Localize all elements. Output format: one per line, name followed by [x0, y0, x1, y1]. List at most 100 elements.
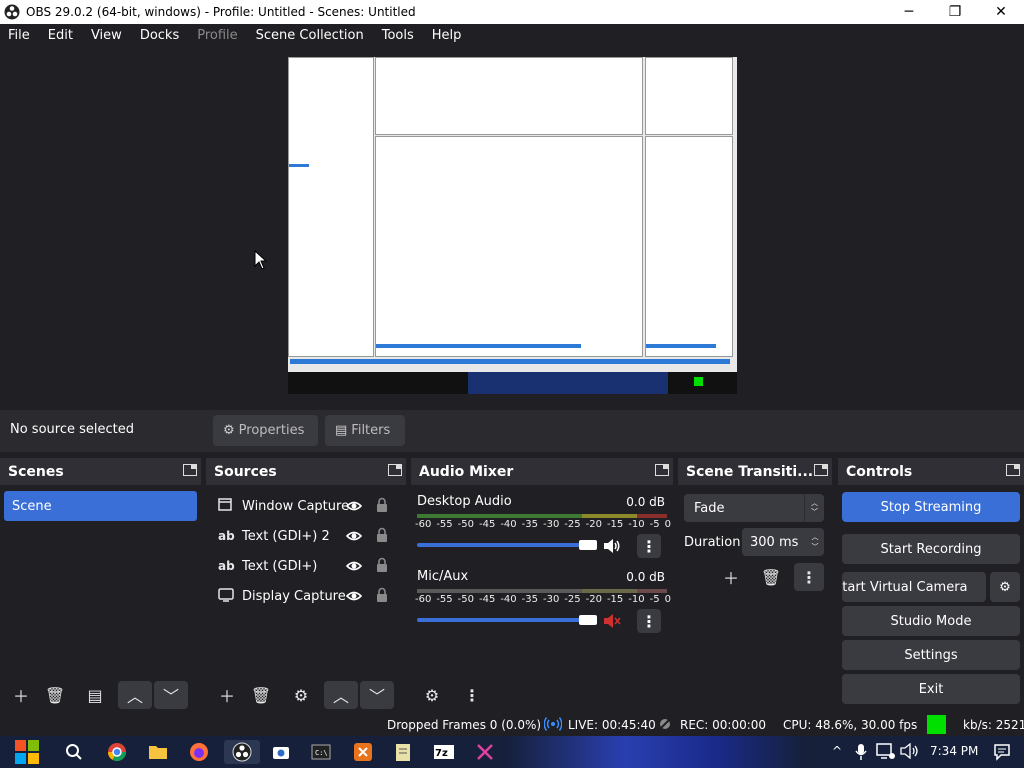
- speaker-icon[interactable]: [603, 538, 621, 554]
- eye-icon[interactable]: [346, 498, 362, 514]
- volume-icon[interactable]: [900, 742, 920, 762]
- volume-meter: [417, 589, 667, 593]
- undock-icon[interactable]: [1006, 464, 1020, 476]
- filters-button[interactable]: ▤ Filters: [325, 415, 405, 446]
- add-transition-button[interactable]: ＋: [714, 563, 748, 591]
- undock-icon[interactable]: [183, 464, 197, 476]
- chevron-updown-icon[interactable]: ︿ ﹀: [806, 528, 824, 556]
- scale-tick: -60: [415, 519, 432, 530]
- notifications-icon[interactable]: [993, 743, 1011, 764]
- preview-area[interactable]: [0, 46, 1024, 408]
- start-virtual-camera-button[interactable]: Start Virtual Camera: [842, 572, 986, 602]
- menu-file[interactable]: File: [8, 28, 30, 43]
- menu-view[interactable]: View: [91, 28, 122, 43]
- speaker-muted-icon[interactable]: [603, 613, 621, 629]
- undock-icon[interactable]: [814, 464, 828, 476]
- settings-button[interactable]: Settings: [842, 640, 1020, 670]
- move-source-down-button[interactable]: ﹀: [360, 681, 394, 709]
- scale-tick: -60: [415, 594, 432, 605]
- lock-icon[interactable]: [376, 497, 388, 513]
- scene-filters-button[interactable]: ▤: [78, 681, 112, 709]
- add-source-button[interactable]: ＋: [210, 681, 244, 709]
- move-scene-up-button[interactable]: ︿: [118, 681, 152, 709]
- live-time: LIVE: 00:45:40: [568, 718, 656, 732]
- volume-slider-thumb[interactable]: [579, 615, 597, 625]
- obs-logo-icon: [4, 4, 20, 20]
- lock-icon[interactable]: [376, 557, 388, 573]
- close-button[interactable]: ✕: [978, 0, 1024, 24]
- menu-profile[interactable]: Profile: [197, 28, 237, 43]
- scale-tick: -25: [564, 594, 581, 605]
- volume-slider[interactable]: [417, 618, 589, 622]
- advanced-audio-button[interactable]: ⚙: [415, 681, 449, 709]
- undock-icon[interactable]: [388, 464, 402, 476]
- text-icon: ab: [218, 529, 235, 543]
- virtual-camera-settings-button[interactable]: ⚙: [990, 572, 1020, 602]
- duration-spinbox[interactable]: 300 ms ︿ ﹀: [742, 528, 824, 556]
- exit-label: Exit: [918, 681, 944, 697]
- scale-tick: -25: [564, 519, 581, 530]
- studio-mode-button[interactable]: Studio Mode: [842, 606, 1020, 636]
- preview-progress-bar-2: [646, 344, 716, 348]
- scene-transitions-dock: Scene Transiti... Fade ︿ ﹀ Duration 300 m…: [678, 458, 832, 712]
- menu-tools[interactable]: Tools: [382, 28, 414, 43]
- move-scene-down-button[interactable]: ﹀: [154, 681, 188, 709]
- audio-mixer-body: Desktop Audio 0.0 dB -60 -55 -50 -45 -40 -35-…: [411, 485, 673, 712]
- camera-app-taskbar-icon[interactable]: [269, 740, 293, 764]
- remove-source-button[interactable]: 🗑: [244, 681, 278, 709]
- volume-slider-thumb[interactable]: [579, 540, 597, 550]
- obs-taskbar-icon[interactable]: [224, 740, 260, 764]
- channel-menu-button[interactable]: ⋮: [637, 534, 661, 558]
- eye-icon[interactable]: [346, 528, 362, 544]
- menu-help[interactable]: Help: [432, 28, 462, 43]
- menu-docks[interactable]: Docks: [140, 28, 179, 43]
- tray-overflow-button[interactable]: ^: [832, 744, 842, 758]
- add-scene-button[interactable]: ＋: [4, 681, 38, 709]
- source-properties-button[interactable]: ⚙: [284, 681, 318, 709]
- properties-button[interactable]: ⚙ Properties: [213, 415, 318, 446]
- chrome-taskbar-icon[interactable]: [105, 740, 129, 764]
- source-item-text-gdi[interactable]: ab Text (GDI+): [206, 552, 406, 580]
- move-source-up-button[interactable]: ︿: [324, 681, 358, 709]
- search-button[interactable]: [62, 740, 86, 764]
- volume-slider[interactable]: [417, 543, 589, 547]
- lock-icon[interactable]: [376, 527, 388, 543]
- source-item-display-capture[interactable]: Display Capture: [206, 582, 406, 610]
- 7zip-taskbar-icon[interactable]: 7z: [432, 740, 456, 764]
- source-item-text-gdi-2[interactable]: ab Text (GDI+) 2: [206, 522, 406, 550]
- plus-icon: ＋: [12, 687, 29, 706]
- channel-db: 0.0 dB: [626, 495, 665, 509]
- menu-edit[interactable]: Edit: [48, 28, 73, 43]
- mixer-menu-button[interactable]: ⋮: [455, 681, 489, 709]
- eye-icon[interactable]: [346, 558, 362, 574]
- remove-scene-button[interactable]: 🗑: [38, 681, 72, 709]
- menu-scene-collection[interactable]: Scene Collection: [256, 28, 364, 43]
- transition-menu-button[interactable]: ⋮: [794, 563, 824, 591]
- start-recording-button[interactable]: Start Recording: [842, 534, 1020, 564]
- lock-icon[interactable]: [376, 587, 388, 603]
- scene-item[interactable]: Scene: [4, 491, 197, 521]
- maximize-button[interactable]: ❐: [932, 0, 978, 24]
- remove-transition-button[interactable]: 🗑: [754, 563, 788, 591]
- title-bar: OBS 29.0.2 (64-bit, windows) - Profile: …: [0, 0, 1024, 24]
- file-explorer-taskbar-icon[interactable]: [146, 740, 170, 764]
- code-app-taskbar-icon[interactable]: [351, 740, 375, 764]
- minimize-button[interactable]: ─: [886, 0, 932, 24]
- notepad-taskbar-icon[interactable]: [391, 740, 415, 764]
- transition-select[interactable]: Fade ︿ ﹀: [684, 494, 824, 522]
- eye-icon[interactable]: [346, 588, 362, 604]
- preview-status-bar: [290, 359, 730, 364]
- firefox-taskbar-icon[interactable]: [187, 740, 211, 764]
- network-icon[interactable]: [876, 743, 896, 764]
- channel-menu-button[interactable]: ⋮: [637, 609, 661, 633]
- undock-icon[interactable]: [655, 464, 669, 476]
- source-item-window-capture[interactable]: Window Capture: [206, 492, 406, 520]
- start-button[interactable]: [12, 737, 42, 767]
- microphone-icon[interactable]: [855, 743, 867, 764]
- exit-button[interactable]: Exit: [842, 674, 1020, 704]
- stop-streaming-button[interactable]: Stop Streaming: [842, 492, 1020, 522]
- app-taskbar-icon[interactable]: [473, 740, 497, 764]
- kebab-icon: ⋮: [801, 567, 817, 587]
- clock[interactable]: 7:34 PM: [930, 744, 978, 758]
- terminal-taskbar-icon[interactable]: C:\: [309, 740, 333, 764]
